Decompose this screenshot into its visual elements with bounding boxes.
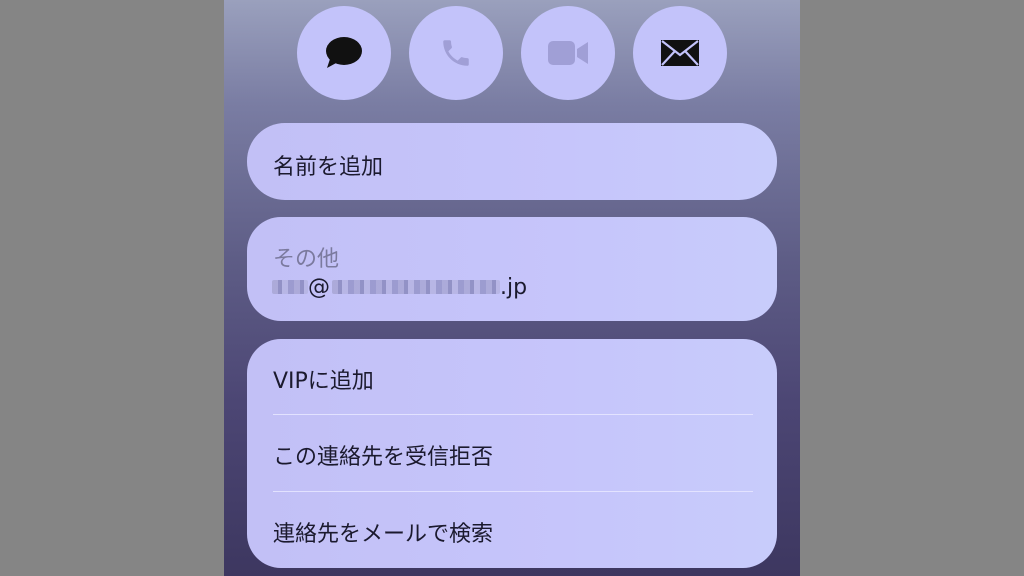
mail-button[interactable] xyxy=(633,6,727,100)
redacted-domain xyxy=(332,280,500,294)
search-mail-label: 連絡先をメールで検索 xyxy=(273,522,494,547)
quick-actions xyxy=(297,6,727,102)
redacted-local-part xyxy=(272,280,308,294)
message-bubble-icon xyxy=(326,37,362,68)
phone-icon xyxy=(443,40,469,66)
search-mail-item[interactable]: 連絡先をメールで検索 xyxy=(247,492,777,568)
video-camera-icon xyxy=(548,41,588,65)
envelope-icon xyxy=(661,40,699,66)
email-address[interactable]: @ .jp xyxy=(272,273,527,301)
add-to-vip-item[interactable]: VIPに追加 xyxy=(247,339,777,415)
block-contact-label: この連絡先を受信拒否 xyxy=(273,445,494,470)
video-button[interactable] xyxy=(521,6,615,100)
contact-action-list: VIPに追加 この連絡先を受信拒否 連絡先をメールで検索 xyxy=(247,339,777,568)
message-button[interactable] xyxy=(297,6,391,100)
add-name-label: 名前を追加 xyxy=(273,155,384,180)
add-name-field[interactable]: 名前を追加 xyxy=(247,123,777,200)
email-at-sign: @ xyxy=(308,274,330,300)
call-button[interactable] xyxy=(409,6,503,100)
email-card[interactable]: その他 @ .jp xyxy=(247,217,777,321)
add-to-vip-label: VIPに追加 xyxy=(273,369,374,394)
email-type-label: その他 xyxy=(273,247,340,272)
email-suffix: .jp xyxy=(500,274,528,300)
block-contact-item[interactable]: この連絡先を受信拒否 xyxy=(247,415,777,491)
contact-screen: 名前を追加 その他 @ .jp VIPに追加 この連絡先を受信拒否 連絡先をメー… xyxy=(224,0,800,576)
